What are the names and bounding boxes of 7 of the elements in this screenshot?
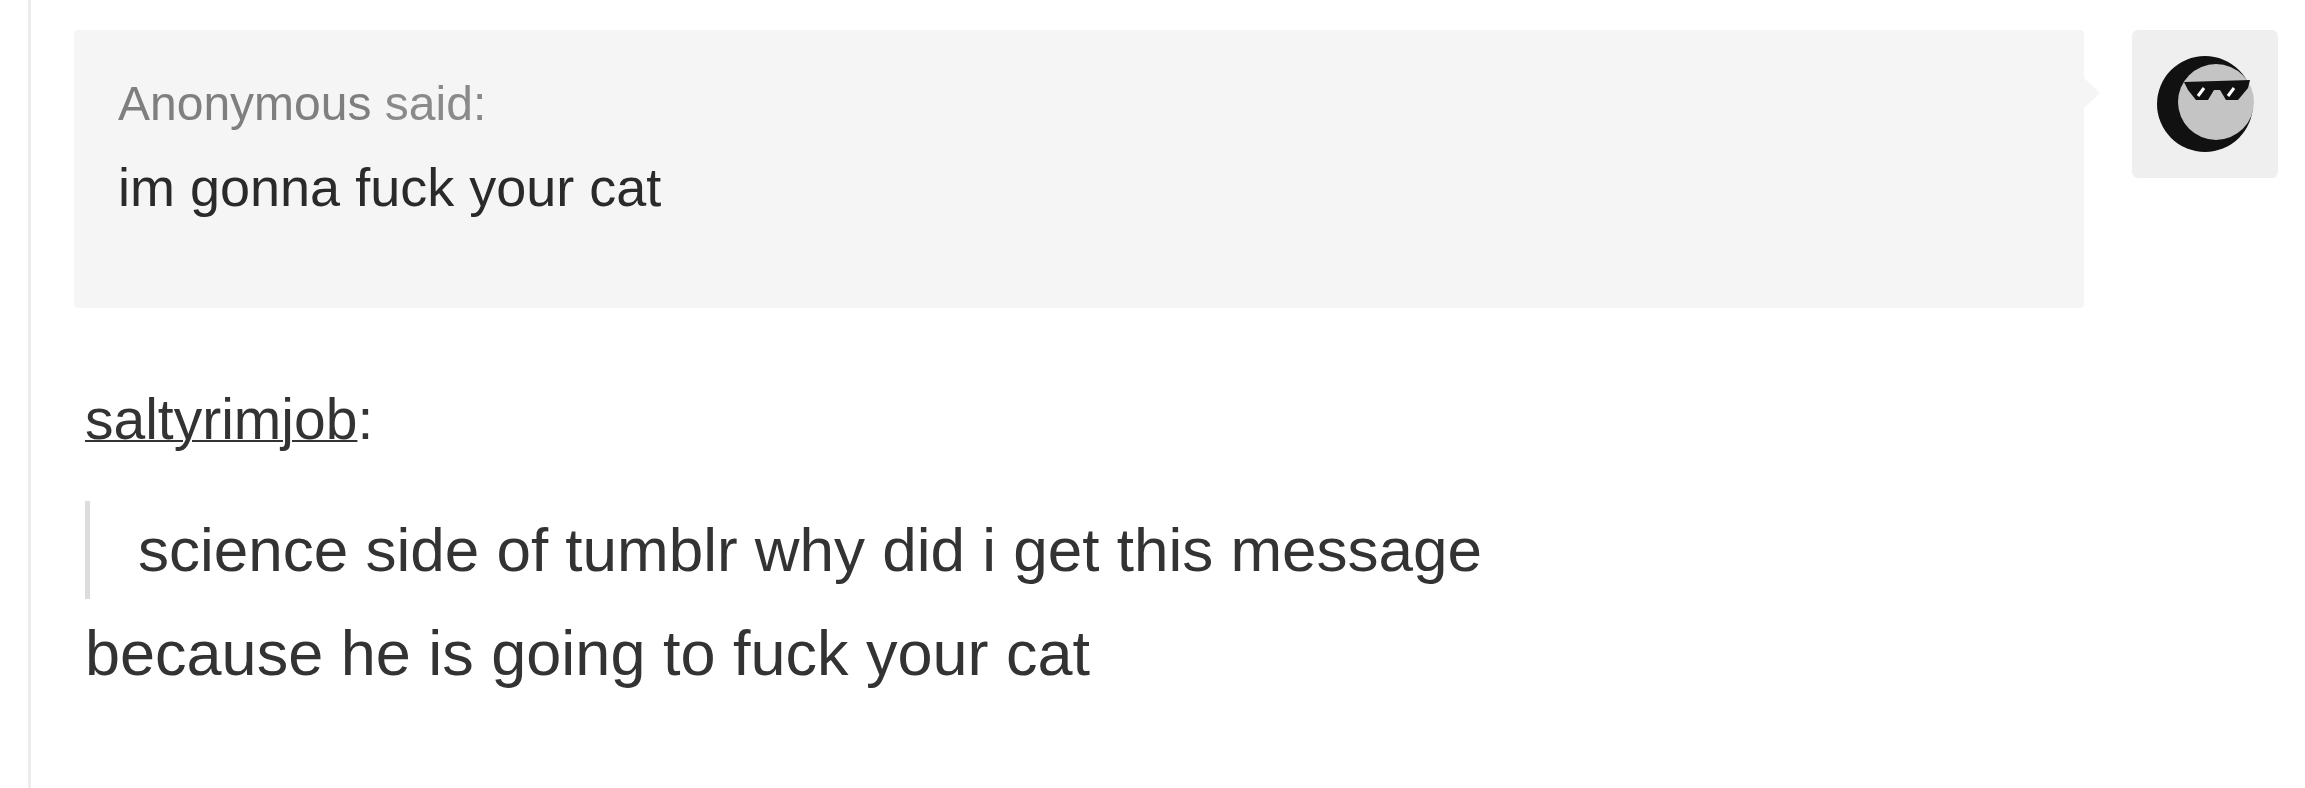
quote-text: science side of tumblr why did i get this message <box>138 514 1482 584</box>
username-link[interactable]: saltyrimjob <box>85 387 358 451</box>
asker-line: Anonymous said: <box>118 80 488 128</box>
reply-text: because he is going to fuck your cat <box>85 619 1092 689</box>
question-text: im gonna fuck your cat <box>118 158 663 218</box>
avatar-icon <box>2132 30 2278 178</box>
colon-text: : <box>357 387 374 451</box>
